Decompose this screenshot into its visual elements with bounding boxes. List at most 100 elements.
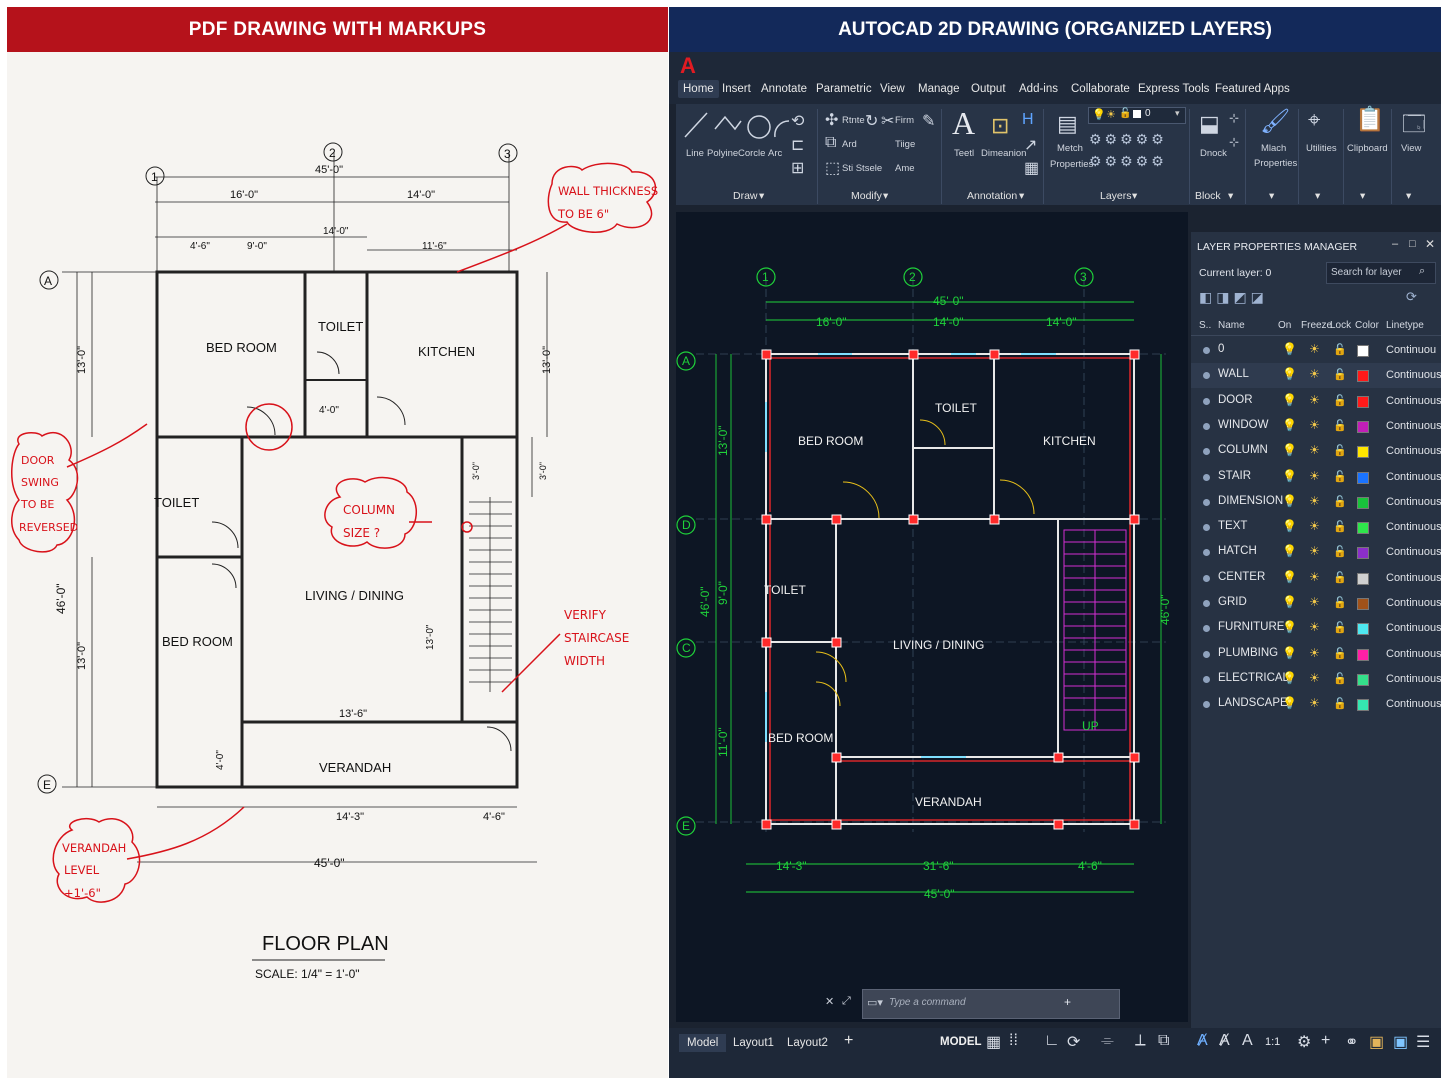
layer-row[interactable]: HATCH 💡 ☀ 🔓 Continuous <box>1191 540 1441 565</box>
annotation-scale-icon[interactable]: A <box>1242 1032 1253 1050</box>
layer-linetype[interactable]: Continuous <box>1386 471 1441 483</box>
lock-icon[interactable]: 🔓 <box>1333 495 1347 508</box>
annotation-scale-value[interactable]: 1:1 <box>1265 1036 1280 1048</box>
lock-icon[interactable]: 🔓 <box>1333 419 1347 432</box>
tool-line[interactable]: Line <box>686 148 704 159</box>
group-layers[interactable]: Layers <box>1100 190 1132 202</box>
bulb-icon[interactable]: 💡 <box>1282 367 1297 381</box>
tool-match-properties-line2[interactable]: Properties <box>1050 159 1093 170</box>
layer-name[interactable]: GRID <box>1218 596 1247 608</box>
view-icon[interactable]: 🗔 <box>1402 107 1426 145</box>
chevron-down-icon[interactable]: ▾ <box>1228 190 1233 202</box>
grid-icon[interactable]: ⊞ <box>791 158 804 178</box>
layer-name[interactable]: COLUMN <box>1218 444 1268 456</box>
close-icon[interactable]: ✕ <box>1425 237 1435 251</box>
refresh-icon[interactable]: ⟳ <box>1406 289 1417 305</box>
autocad-logo[interactable]: A <box>680 53 696 79</box>
rotate-icon[interactable]: ↻ <box>865 111 878 131</box>
sun-icon[interactable]: ☀ <box>1309 519 1320 533</box>
layer-linetype[interactable]: Continuou <box>1386 344 1436 356</box>
layer-status-icon[interactable] <box>1203 574 1210 582</box>
layer-color-swatch[interactable] <box>1357 522 1369 535</box>
tool-clipboard[interactable]: Clipboard <box>1347 143 1388 154</box>
group-modify[interactable]: Modify <box>851 190 882 202</box>
tool-circle[interactable]: Corcle <box>738 148 765 159</box>
sun-icon[interactable]: ☀ <box>1309 367 1320 381</box>
lock-icon[interactable]: 🔓 <box>1333 596 1347 609</box>
block-edit-icon[interactable]: ⊹ <box>1229 135 1239 149</box>
clipboard-icon[interactable]: 📋 <box>1355 105 1385 134</box>
layer-name[interactable]: LANDSCAPE <box>1218 697 1288 709</box>
layer-toolbar-icons[interactable]: ◧◨◩◪ <box>1199 289 1268 306</box>
isometric-icon[interactable]: ⟂ <box>1135 1032 1146 1050</box>
menu-collaborate[interactable]: Collaborate <box>1071 83 1130 95</box>
bulb-icon[interactable]: 💡 <box>1282 519 1297 533</box>
menu-add-ins[interactable]: Add-ins <box>1019 83 1058 95</box>
model-space-toggle[interactable]: MODEL <box>940 1036 982 1048</box>
tool-mirror[interactable]: Ame <box>895 163 915 174</box>
tool-view[interactable]: View <box>1401 143 1421 154</box>
layer-color-swatch[interactable] <box>1357 648 1369 661</box>
text-tool-icon[interactable]: A <box>952 105 975 142</box>
lock-icon[interactable]: 🔓 <box>1333 444 1347 457</box>
layer-linetype[interactable]: Continuous <box>1386 546 1441 558</box>
sun-icon[interactable]: ☀ <box>1309 544 1320 558</box>
layer-name[interactable]: ELECTRICAL <box>1218 672 1289 684</box>
menu-express-tools[interactable]: Express Tools <box>1138 83 1209 95</box>
bulb-icon[interactable]: 💡 <box>1282 443 1297 457</box>
tool-fillet[interactable]: Tiige <box>895 139 915 150</box>
table-icon[interactable]: ▦ <box>1024 158 1039 178</box>
menu-parametric[interactable]: Parametric <box>816 83 872 95</box>
layer-status-icon[interactable] <box>1203 397 1210 405</box>
layer-row[interactable]: GRID 💡 ☀ 🔓 Continuous <box>1191 591 1441 616</box>
tab-model[interactable]: Model <box>679 1034 727 1052</box>
polar-tracking-icon[interactable]: ⟳ <box>1067 1032 1080 1052</box>
pencil-icon[interactable]: ✎ <box>922 111 935 131</box>
layer-row[interactable]: LANDSCAPE 💡 ☀ 🔓 Continuous <box>1191 692 1441 717</box>
search-icon[interactable]: ⌕ <box>1419 265 1425 278</box>
command-history-icon[interactable]: ⤢ <box>842 995 851 1008</box>
sun-icon[interactable]: ☀ <box>1309 418 1320 432</box>
bulb-icon[interactable]: 💡 <box>1282 544 1297 558</box>
bulb-icon[interactable]: 💡 <box>1282 342 1297 356</box>
layer-status-icon[interactable] <box>1203 600 1210 607</box>
layer-linetype[interactable]: Continuous <box>1386 698 1441 710</box>
tool-match-properties-line1[interactable]: Metch <box>1057 143 1083 154</box>
layer-color-swatch[interactable] <box>1357 420 1369 433</box>
chevron-down-icon[interactable]: ▾ <box>1315 190 1320 202</box>
plus-icon[interactable]: + <box>1321 1032 1330 1050</box>
lock-icon[interactable]: 🔓 <box>1333 545 1347 558</box>
grid-display-icon[interactable]: ▦ <box>986 1032 1001 1052</box>
layer-color-swatch[interactable] <box>1357 673 1369 686</box>
layer-row[interactable]: DIMENSION 💡 ☀ 🔓 Continuous <box>1191 490 1441 515</box>
layer-color-swatch[interactable] <box>1357 395 1369 408</box>
snap-mode-icon[interactable]: ⁞⁞ <box>1009 1032 1018 1050</box>
sun-icon[interactable]: ☀ <box>1309 671 1320 685</box>
leader-icon[interactable]: H <box>1022 111 1034 129</box>
chevron-down-icon[interactable]: ▾ <box>1132 190 1137 202</box>
layer-color-swatch[interactable] <box>1357 547 1369 560</box>
col-name[interactable]: Name <box>1218 320 1245 331</box>
layer-linetype[interactable]: Continuous <box>1386 673 1441 685</box>
layer-row[interactable]: FURNITURE 💡 ☀ 🔓 Continuous <box>1191 616 1441 641</box>
layer-status-icon[interactable] <box>1203 675 1210 683</box>
menu-manage[interactable]: Manage <box>918 83 960 95</box>
lock-icon[interactable]: 🔓 <box>1333 621 1347 634</box>
tab-add[interactable]: + <box>844 1032 853 1050</box>
bulb-icon[interactable]: 💡 <box>1282 620 1297 634</box>
tool-rotate[interactable]: Rtnte <box>842 115 865 126</box>
lock-icon[interactable]: 🔓 <box>1333 571 1347 584</box>
layer-name[interactable]: PLUMBING <box>1218 647 1278 659</box>
bulb-icon[interactable]: 💡 <box>1282 696 1297 710</box>
layer-color-swatch[interactable] <box>1357 623 1369 636</box>
lock-icon[interactable]: 🔓 <box>1333 343 1347 356</box>
hardware-acceleration-icon[interactable]: ▣ <box>1393 1032 1408 1052</box>
group-annotation[interactable]: Annotation <box>967 190 1017 202</box>
layer-linetype[interactable]: Continuous <box>1386 572 1441 584</box>
layer-row[interactable]: DOOR 💡 ☀ 🔓 Continuous <box>1191 389 1441 414</box>
chevron-down-icon[interactable]: ▾ <box>1269 190 1274 202</box>
annotation-visibility-icon[interactable]: Ⱥ <box>1197 1032 1208 1050</box>
menu-annotate[interactable]: Annotate <box>761 83 807 95</box>
tab-layout1[interactable]: Layout1 <box>733 1034 774 1049</box>
sun-icon[interactable]: ☀ <box>1309 443 1320 457</box>
